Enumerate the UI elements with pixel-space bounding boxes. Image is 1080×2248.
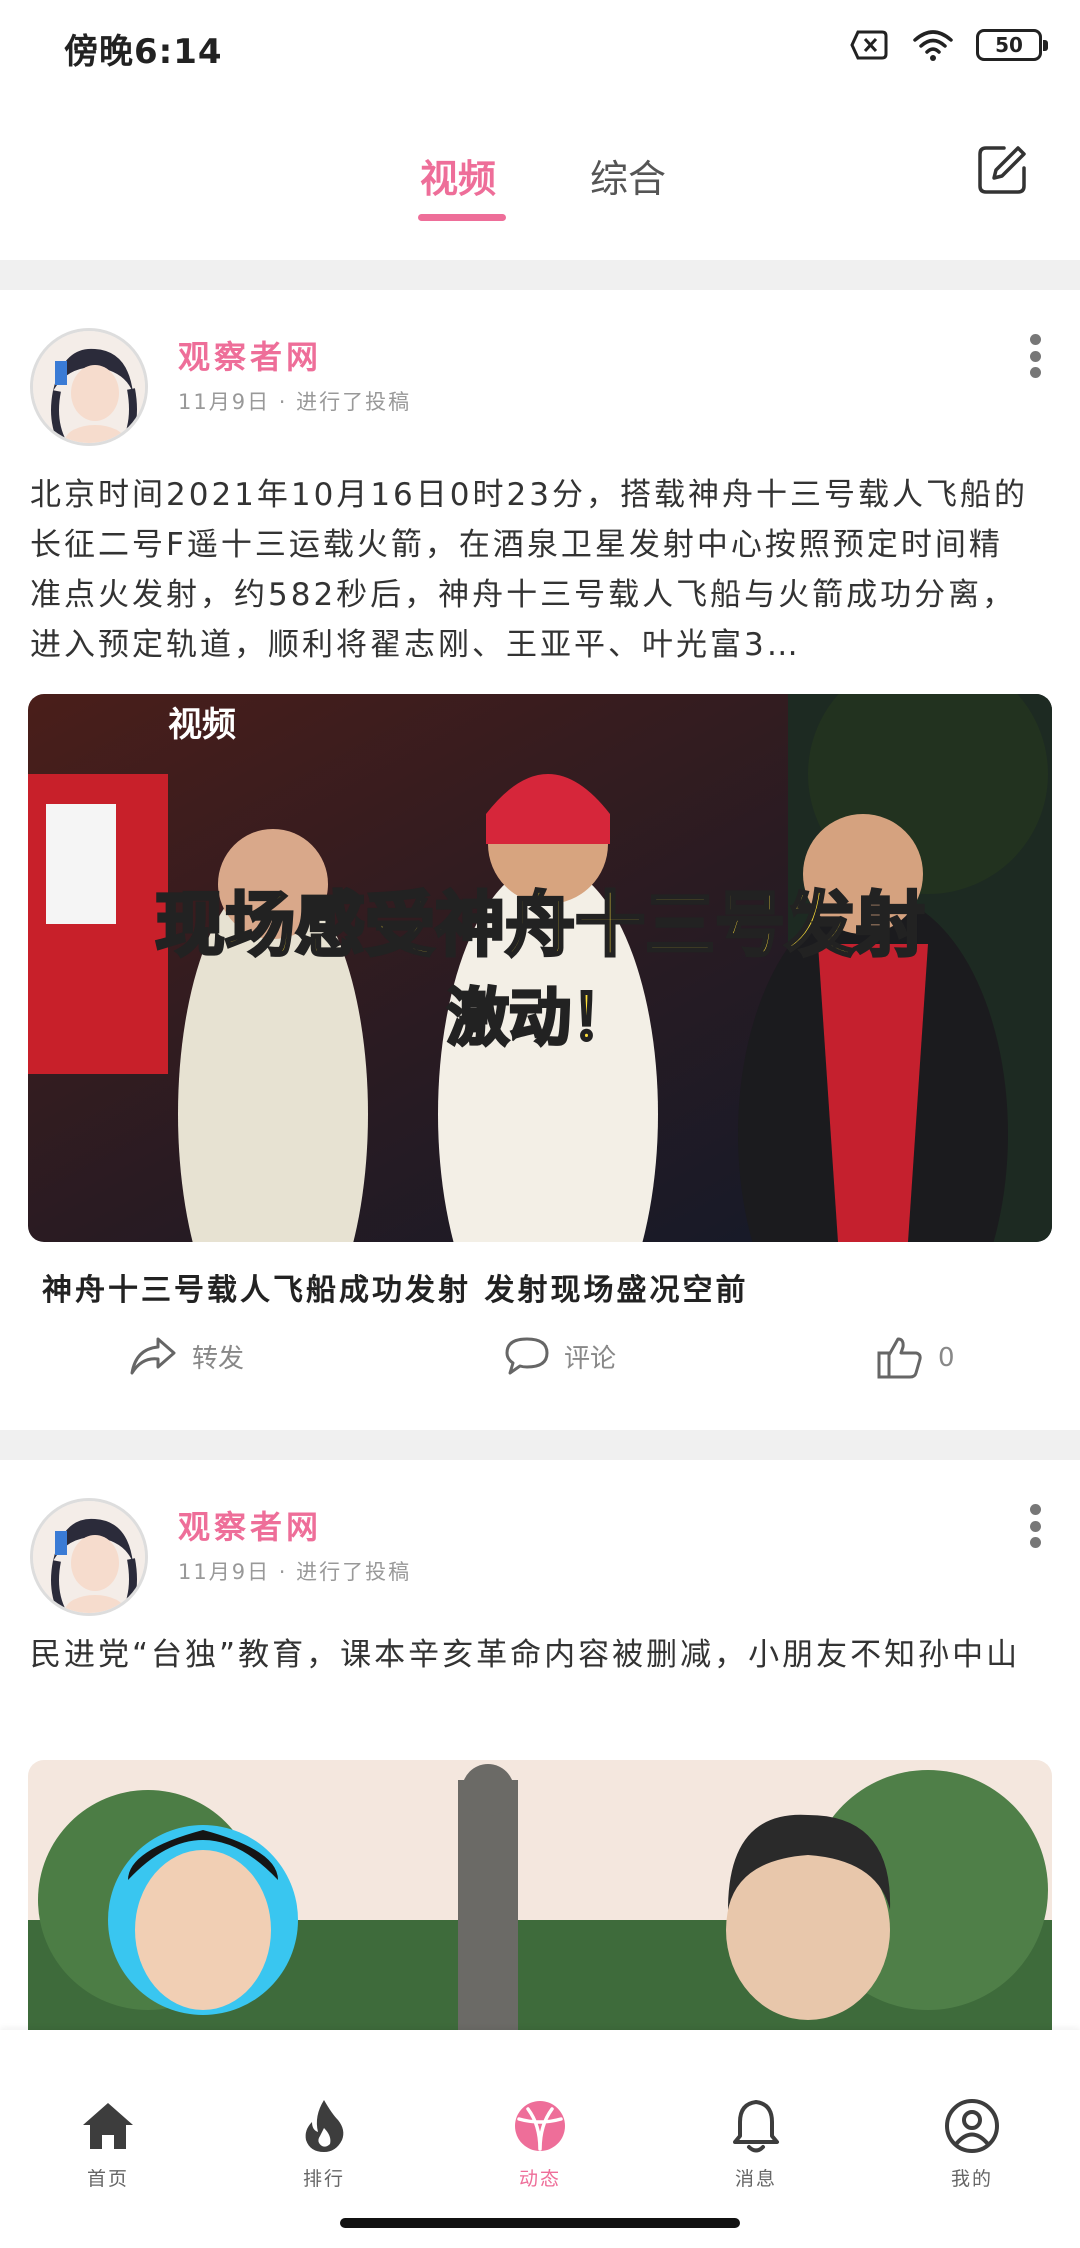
post-text[interactable]: 北京时间2021年10月16日0时23分，搭载神舟十三号载人飞船的长征二号F遥十… xyxy=(30,470,1030,670)
share-icon xyxy=(130,1337,176,1375)
repost-label: 转发 xyxy=(192,1343,245,1374)
post-card[interactable]: 观察者网 11月9日 · 进行了投稿 北京时间2021年10月16日0时23分，… xyxy=(0,290,1080,1430)
nav-ranking[interactable]: 排行 xyxy=(264,2098,384,2191)
post-meta: 11月9日 · 进行了投稿 xyxy=(178,390,412,414)
avatar[interactable] xyxy=(30,328,148,446)
active-tab-indicator xyxy=(418,214,506,221)
battery-level: 50 xyxy=(995,33,1023,57)
nav-home-label: 首页 xyxy=(86,2168,129,2190)
like-count: 0 xyxy=(938,1343,955,1373)
comment-button[interactable]: 评论 xyxy=(504,1335,616,1377)
status-icons: 50 xyxy=(850,28,1048,62)
nav-messages-label: 消息 xyxy=(734,2168,777,2190)
sim-x-icon xyxy=(850,30,888,60)
tab-mixed[interactable]: 综合 xyxy=(590,148,666,203)
post-author[interactable]: 观察者网 xyxy=(178,1502,322,1548)
wifi-icon xyxy=(913,30,953,61)
nav-profile[interactable]: 我的 xyxy=(912,2098,1032,2191)
nav-messages[interactable]: 消息 xyxy=(696,2098,816,2191)
post-meta: 11月9日 · 进行了投稿 xyxy=(178,1560,412,1584)
section-divider xyxy=(0,1430,1080,1460)
thumbnail-tag: 视频 xyxy=(168,706,236,744)
bottom-nav: 首页 排行 动态 消息 我的 xyxy=(0,2030,1080,2248)
home-indicator[interactable] xyxy=(340,2218,740,2228)
section-divider xyxy=(0,260,1080,290)
repost-button[interactable]: 转发 xyxy=(128,1335,244,1377)
more-options-icon[interactable] xyxy=(1028,334,1042,378)
like-button[interactable]: 0 xyxy=(876,1335,955,1381)
comment-icon xyxy=(505,1337,549,1375)
tab-video[interactable]: 视频 xyxy=(420,148,496,203)
post-text[interactable]: 民进党“台独”教育，课本辛亥革命内容被删减，小朋友不知孙中山 xyxy=(30,1630,1030,1680)
home-icon xyxy=(83,2103,133,2149)
ball-icon xyxy=(515,2101,565,2151)
status-time: 傍晚6:14 xyxy=(64,32,223,72)
thumbs-up-icon xyxy=(877,1337,922,1379)
edit-post-icon[interactable] xyxy=(974,142,1030,198)
nav-profile-label: 我的 xyxy=(950,2168,993,2190)
nav-moments-label: 动态 xyxy=(518,2168,561,2190)
post-author[interactable]: 观察者网 xyxy=(178,332,322,378)
nav-ranking-label: 排行 xyxy=(302,2168,345,2190)
flame-icon xyxy=(305,2100,344,2152)
video-thumbnail[interactable] xyxy=(28,1760,1052,2030)
thumbnail-subtitle: 激动！ xyxy=(447,981,633,1054)
avatar[interactable] xyxy=(30,1498,148,1616)
nav-moments[interactable]: 动态 xyxy=(480,2098,600,2191)
profile-icon xyxy=(945,2099,999,2153)
post-card[interactable]: 观察者网 11月9日 · 进行了投稿 民进党“台独”教育，课本辛亥革命内容被删减… xyxy=(0,1460,1080,2030)
video-thumbnail[interactable]: 视频 现场感受神舟十三号发射 激动！ xyxy=(28,694,1052,1242)
post-caption[interactable]: 神舟十三号载人飞船成功发射 发射现场盛况空前 xyxy=(42,1265,748,1309)
more-options-icon[interactable] xyxy=(1028,1504,1042,1548)
comment-label: 评论 xyxy=(564,1343,617,1374)
thumbnail-title: 现场感受神舟十三号发射 xyxy=(155,884,925,966)
top-tab-bar: 视频 综合 xyxy=(0,96,1080,260)
status-bar: 傍晚6:14 50 xyxy=(0,0,1080,96)
battery-icon: 50 xyxy=(976,29,1048,61)
bell-icon xyxy=(733,2100,779,2153)
nav-home[interactable]: 首页 xyxy=(48,2098,168,2191)
post-actions: 转发 评论 0 xyxy=(0,1335,1080,1415)
